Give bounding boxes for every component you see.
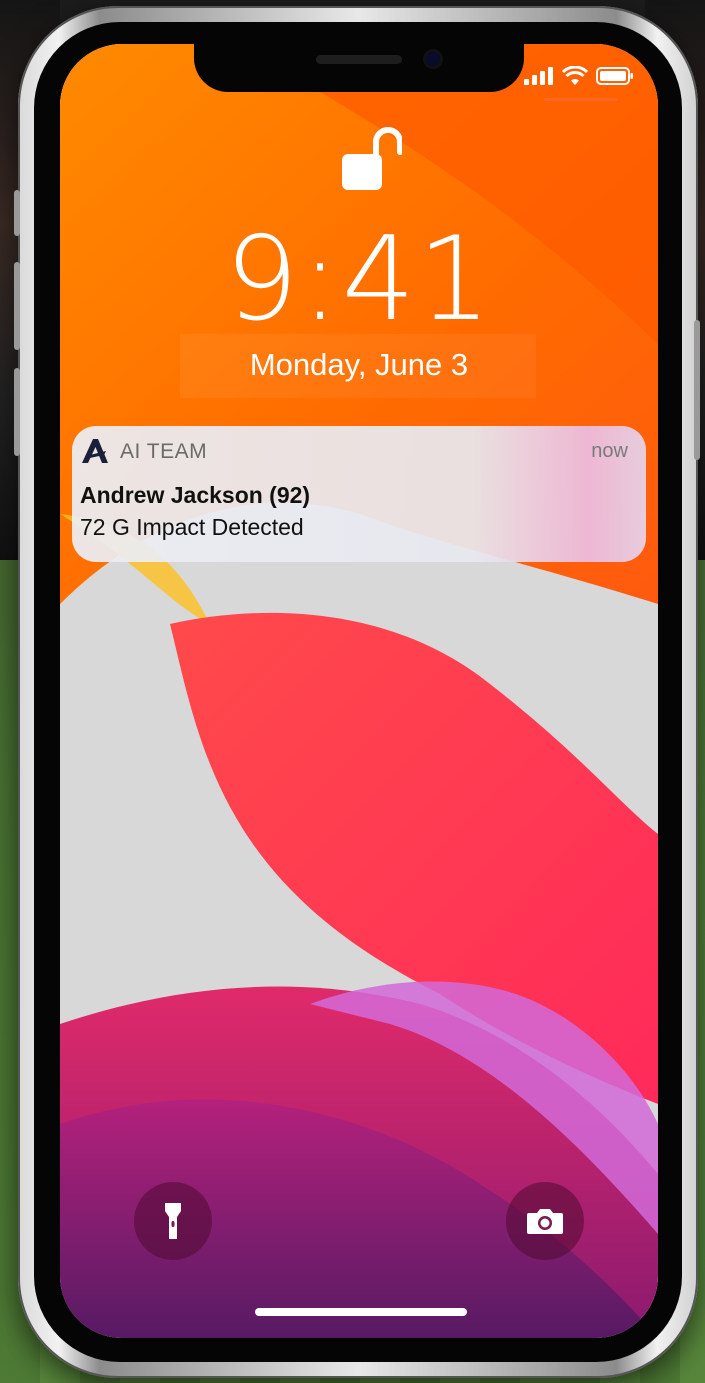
lock-screen-date: Monday, June 3 [249, 347, 469, 382]
volume-down-button [14, 368, 20, 456]
battery-icon [596, 67, 633, 85]
flashlight-icon [165, 1203, 181, 1239]
status-underline [544, 98, 618, 101]
lock-screen: 9:41 Monday, June 3 AI TEAM now Andrew J… [60, 44, 658, 1338]
camera-icon [527, 1209, 563, 1234]
notification-app-name: AI TEAM [120, 440, 208, 463]
ai-team-logo-icon [82, 439, 108, 463]
wifi-icon [562, 66, 588, 85]
notch [194, 44, 524, 92]
unlocked-padlock-icon [342, 127, 402, 190]
earpiece-speaker [316, 55, 402, 64]
notification-title: Andrew Jackson (92) [80, 482, 311, 508]
silent-switch [14, 190, 20, 236]
lock-screen-time: 9:41 [224, 212, 494, 347]
notification-timestamp: now [591, 440, 628, 462]
cellular-signal-icon [524, 67, 553, 85]
notification-body: 72 G Impact Detected [80, 514, 304, 540]
flashlight-button[interactable] [134, 1182, 212, 1260]
side-button [694, 320, 700, 460]
status-bar [524, 66, 634, 86]
front-camera [426, 52, 440, 66]
volume-up-button [14, 262, 20, 350]
notification-card[interactable]: AI TEAM now Andrew Jackson (92) 72 G Imp… [72, 426, 646, 562]
camera-button[interactable] [506, 1182, 584, 1260]
home-indicator[interactable] [255, 1308, 467, 1316]
